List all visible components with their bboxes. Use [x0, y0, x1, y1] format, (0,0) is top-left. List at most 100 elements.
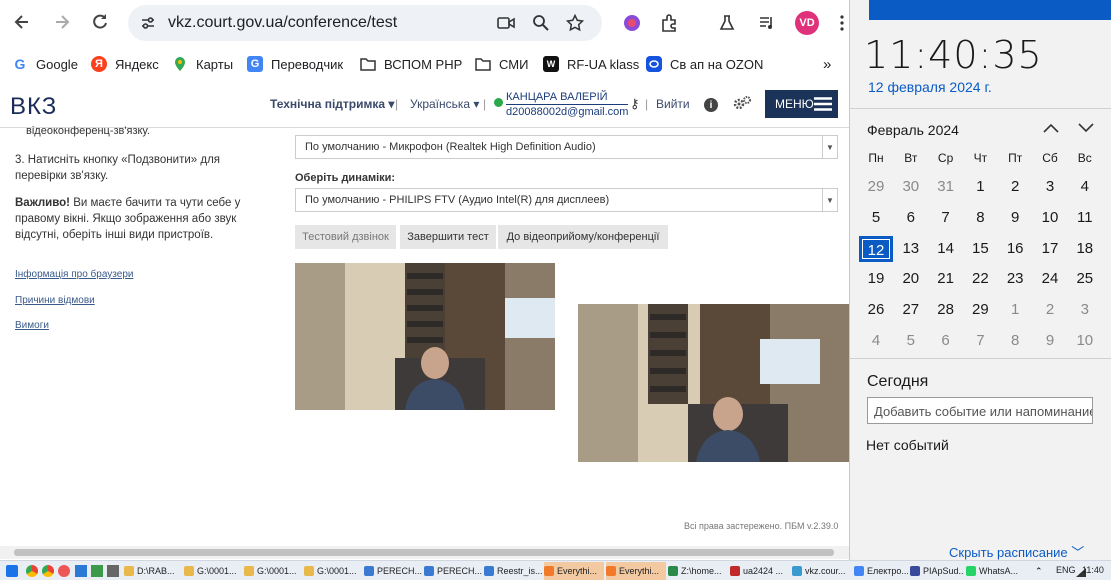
horizontal-scrollbar[interactable]	[0, 546, 849, 559]
calendar-day[interactable]: 8	[998, 328, 1032, 354]
calendar-day[interactable]: 19	[859, 266, 893, 292]
profile-avatar[interactable]: VD	[795, 11, 819, 35]
calendar-day[interactable]: 17	[1033, 236, 1067, 262]
logout-link[interactable]: Вийти	[656, 97, 690, 111]
taskbar-item[interactable]: Reestr_is...	[484, 562, 542, 580]
calendar-day[interactable]: 10	[1033, 205, 1067, 231]
extensions-puzzle-icon[interactable]	[658, 11, 682, 35]
bookmark-star-icon[interactable]	[565, 13, 585, 33]
calendar-day[interactable]: 25	[1068, 266, 1102, 292]
test-call-button[interactable]: Тестовий дзвінок	[295, 225, 396, 249]
bookmark-folder-php[interactable]: ВСПОМ PHP	[360, 54, 462, 74]
labs-flask-icon[interactable]	[715, 11, 739, 35]
calendar-day[interactable]: 21	[929, 266, 963, 292]
calendar-day[interactable]: 22	[963, 266, 997, 292]
calendar-day[interactable]: 3	[1068, 297, 1102, 323]
calendar-day[interactable]: 10	[1068, 328, 1102, 354]
taskbar-item[interactable]: ua2424 ...	[730, 562, 790, 580]
add-event-input[interactable]: Добавить событие или напоминание	[867, 397, 1093, 424]
calendar-day[interactable]: 23	[998, 266, 1032, 292]
bookmark-ozon[interactable]: Св ап на OZON	[646, 54, 763, 74]
taskbar-item[interactable]: vkz.cour...	[792, 562, 852, 580]
tray-chevron-icon[interactable]: ⌃	[1035, 566, 1043, 577]
site-logo[interactable]: ВКЗ	[10, 93, 57, 121]
bookmark-google[interactable]: G Google	[12, 54, 78, 74]
requirements-link[interactable]: Вимоги	[15, 318, 49, 334]
camera-icon[interactable]	[496, 13, 516, 33]
next-month-icon[interactable]	[1078, 121, 1094, 139]
prev-month-icon[interactable]	[1043, 121, 1059, 139]
clock-date[interactable]: 12 февраля 2024 г.	[868, 79, 992, 95]
bookmark-maps[interactable]: Карты	[172, 54, 233, 74]
media-controls-icon[interactable]	[755, 11, 779, 35]
calendar-day[interactable]: 24	[1033, 266, 1067, 292]
calendar-day[interactable]: 14	[929, 236, 963, 262]
speaker-select[interactable]: По умолчанию - PHILIPS FTV (Аудио Intel(…	[295, 188, 838, 212]
to-reception-button[interactable]: До відеоприйому/конференції	[498, 225, 668, 249]
calendar-day[interactable]: 6	[929, 328, 963, 354]
hide-schedule-link[interactable]: Скрыть расписание ﹀	[949, 542, 1084, 561]
calendar-day[interactable]: 11	[1068, 205, 1102, 231]
taskbar-item[interactable]: PERECH...	[424, 562, 482, 580]
forward-icon[interactable]	[50, 10, 74, 34]
scrollbar-thumb[interactable]	[14, 549, 834, 556]
app-icon[interactable]	[75, 565, 87, 577]
reload-icon[interactable]	[88, 10, 112, 34]
calendar-day[interactable]: 30	[894, 174, 928, 200]
taskbar-item[interactable]: Everythi...	[606, 562, 666, 580]
taskbar-item[interactable]: PIApSud...	[910, 562, 964, 580]
site-settings-icon[interactable]	[138, 13, 158, 33]
calendar-day[interactable]: 6	[894, 205, 928, 231]
menu-button[interactable]: МЕНЮ	[765, 90, 838, 118]
app-icon[interactable]	[107, 565, 119, 577]
end-test-button[interactable]: Завершити тест	[400, 225, 496, 249]
calendar-day[interactable]: 8	[963, 205, 997, 231]
bookmark-rf-ua[interactable]: W RF-UA klass	[543, 54, 639, 74]
taskbar-item[interactable]: G:\0001...	[184, 562, 242, 580]
refusal-reasons-link[interactable]: Причини відмови	[15, 293, 95, 309]
back-icon[interactable]	[10, 10, 34, 34]
calendar-day[interactable]: 15	[963, 236, 997, 262]
calendar-day[interactable]: 31	[929, 174, 963, 200]
chrome-icon[interactable]	[42, 565, 54, 577]
taskbar-item[interactable]: G:\0001...	[304, 562, 362, 580]
calendar-day[interactable]: 26	[859, 297, 893, 323]
user-info[interactable]: КАНЦАРА ВАЛЕРІЙ d20088002d@gmail.com	[506, 90, 629, 119]
info-icon[interactable]: i	[704, 98, 718, 112]
calendar-day[interactable]: 9	[1033, 328, 1067, 354]
calendar-day[interactable]: 20	[894, 266, 928, 292]
language-indicator[interactable]: ENG	[1056, 565, 1076, 575]
calendar-day[interactable]: 2	[1033, 297, 1067, 323]
calendar-day[interactable]: 1	[998, 297, 1032, 323]
browser-info-link[interactable]: Інформація про браузери	[15, 267, 133, 283]
calendar-day[interactable]: 7	[929, 205, 963, 231]
calendar-day[interactable]: 18	[1068, 236, 1102, 262]
extension-color-icon[interactable]	[620, 11, 644, 35]
app-icon[interactable]	[58, 565, 70, 577]
more-bookmarks-icon[interactable]: »	[823, 54, 831, 74]
support-link[interactable]: Технічна підтримка ▾	[270, 97, 394, 111]
calendar-day[interactable]: 4	[1068, 174, 1102, 200]
calendar-day[interactable]: 13	[894, 236, 928, 262]
month-label[interactable]: Февраль 2024	[867, 122, 959, 138]
taskbar-item[interactable]: Everythi...	[544, 562, 604, 580]
taskbar-item[interactable]: D:\RAB...	[124, 562, 182, 580]
bookmark-translate[interactable]: G Переводчик	[247, 54, 343, 74]
calendar-day[interactable]: 4	[859, 328, 893, 354]
microphone-select[interactable]: По умолчанию - Микрофон (Realtek High De…	[295, 135, 838, 159]
calendar-day[interactable]: 1	[963, 174, 997, 200]
calendar-day[interactable]: 7	[963, 328, 997, 354]
calendar-day[interactable]: 27	[894, 297, 928, 323]
calendar-day-today[interactable]: 12	[859, 235, 893, 262]
calendar-day[interactable]: 28	[929, 297, 963, 323]
calendar-day[interactable]: 2	[998, 174, 1032, 200]
calendar-day[interactable]: 5	[894, 328, 928, 354]
calendar-day[interactable]: 16	[998, 236, 1032, 262]
start-icon[interactable]	[6, 565, 18, 577]
taskbar-clock[interactable]: 11:40	[1082, 565, 1104, 575]
taskbar-item[interactable]: Z:\home...	[668, 562, 728, 580]
taskbar-item[interactable]: WhatsA...	[966, 562, 1019, 580]
zoom-icon[interactable]	[531, 13, 551, 33]
calendar-day[interactable]: 9	[998, 205, 1032, 231]
calendar-day[interactable]: 29	[859, 174, 893, 200]
